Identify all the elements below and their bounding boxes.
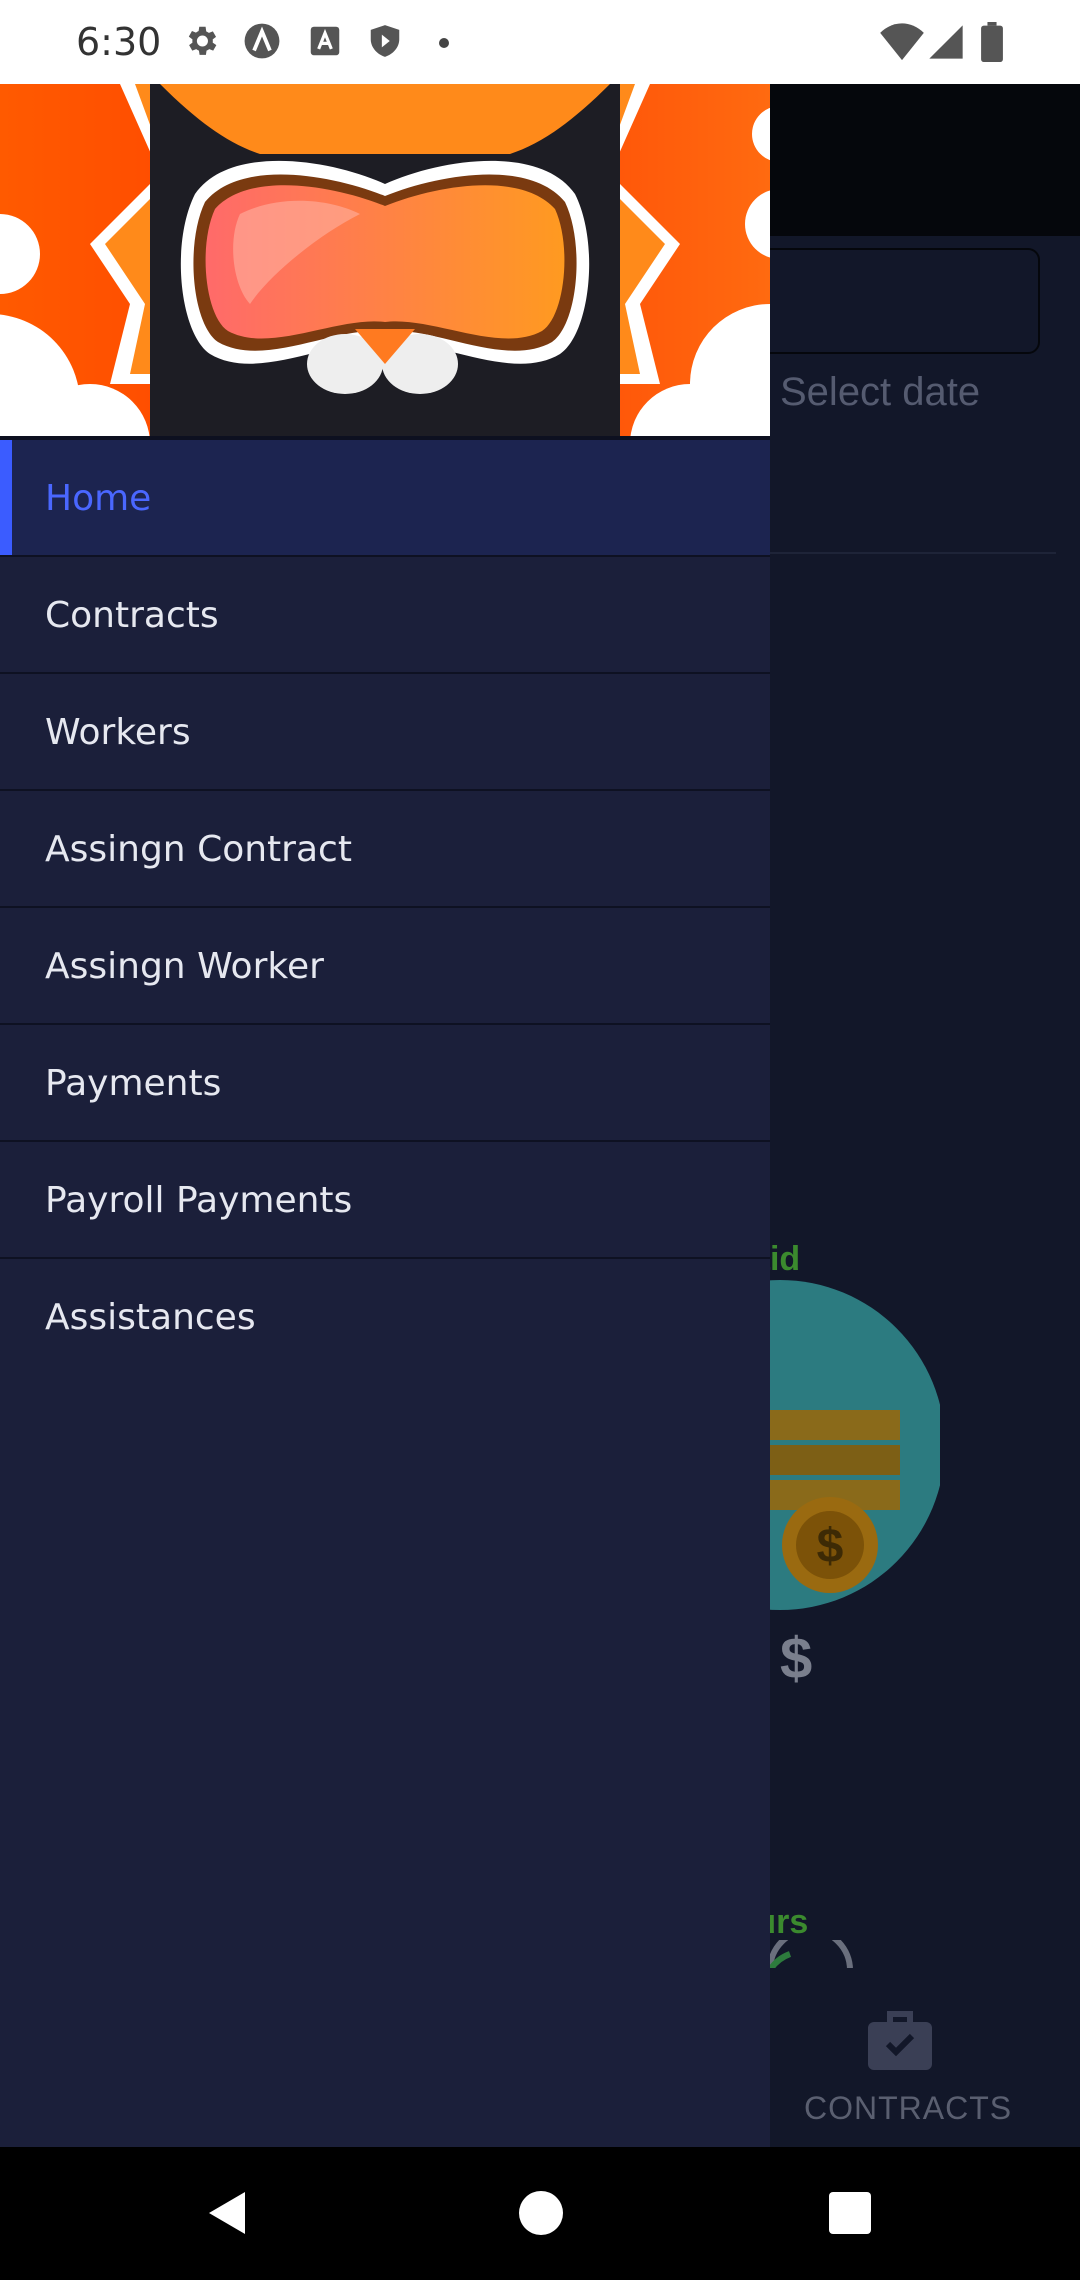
home-icon[interactable] bbox=[519, 2191, 563, 2235]
menu-item-assign-contract[interactable]: Assingn Contract bbox=[0, 791, 770, 908]
briefcase-icon[interactable] bbox=[868, 2010, 932, 2070]
status-bar: 6:30 bbox=[0, 0, 1080, 84]
back-icon[interactable] bbox=[205, 2188, 255, 2238]
navigation-drawer: Home Contracts Workers Assingn Contract … bbox=[0, 84, 770, 2147]
date-placeholder: Select date bbox=[780, 370, 981, 414]
divider bbox=[760, 552, 1056, 554]
menu-item-label: Payments bbox=[45, 1063, 222, 1104]
menu-item-label: Assistances bbox=[45, 1297, 256, 1338]
dot-icon bbox=[439, 38, 449, 48]
gear-icon bbox=[188, 26, 217, 55]
menu-item-assistances[interactable]: Assistances bbox=[0, 1259, 770, 1376]
menu-item-contracts[interactable]: Contracts bbox=[0, 557, 770, 674]
battery-icon bbox=[981, 22, 1003, 62]
svg-text:$: $ bbox=[817, 1520, 844, 1573]
wifi-icon bbox=[880, 23, 924, 61]
bottom-nav-contracts-label[interactable]: CONTRACTS bbox=[804, 2090, 1012, 2127]
menu-item-home[interactable]: Home bbox=[0, 440, 770, 557]
menu-item-label: Assingn Contract bbox=[45, 829, 352, 870]
mascot-illustration bbox=[0, 84, 770, 436]
menu-item-label: Assingn Worker bbox=[45, 946, 324, 987]
a-icon bbox=[310, 26, 340, 56]
menu-item-payroll-payments[interactable]: Payroll Payments bbox=[0, 1142, 770, 1259]
currency-symbol: $ bbox=[780, 1626, 813, 1691]
menu-item-payments[interactable]: Payments bbox=[0, 1025, 770, 1142]
menu-item-label: Workers bbox=[45, 712, 191, 753]
hours-gauge bbox=[767, 1940, 853, 1970]
recents-icon[interactable] bbox=[829, 2192, 871, 2234]
active-indicator bbox=[0, 440, 12, 555]
drawer-menu: Home Contracts Workers Assingn Contract … bbox=[0, 440, 770, 1376]
signal-icon bbox=[929, 25, 963, 59]
menu-item-assign-worker[interactable]: Assingn Worker bbox=[0, 908, 770, 1025]
lambda-icon bbox=[244, 23, 280, 59]
shield-icon bbox=[370, 25, 400, 57]
menu-item-label: Contracts bbox=[45, 595, 219, 636]
menu-item-label: Home bbox=[45, 478, 152, 519]
menu-item-workers[interactable]: Workers bbox=[0, 674, 770, 791]
status-time: 6:30 bbox=[76, 20, 162, 64]
menu-item-label: Payroll Payments bbox=[45, 1180, 353, 1221]
drawer-header-image bbox=[0, 84, 770, 436]
